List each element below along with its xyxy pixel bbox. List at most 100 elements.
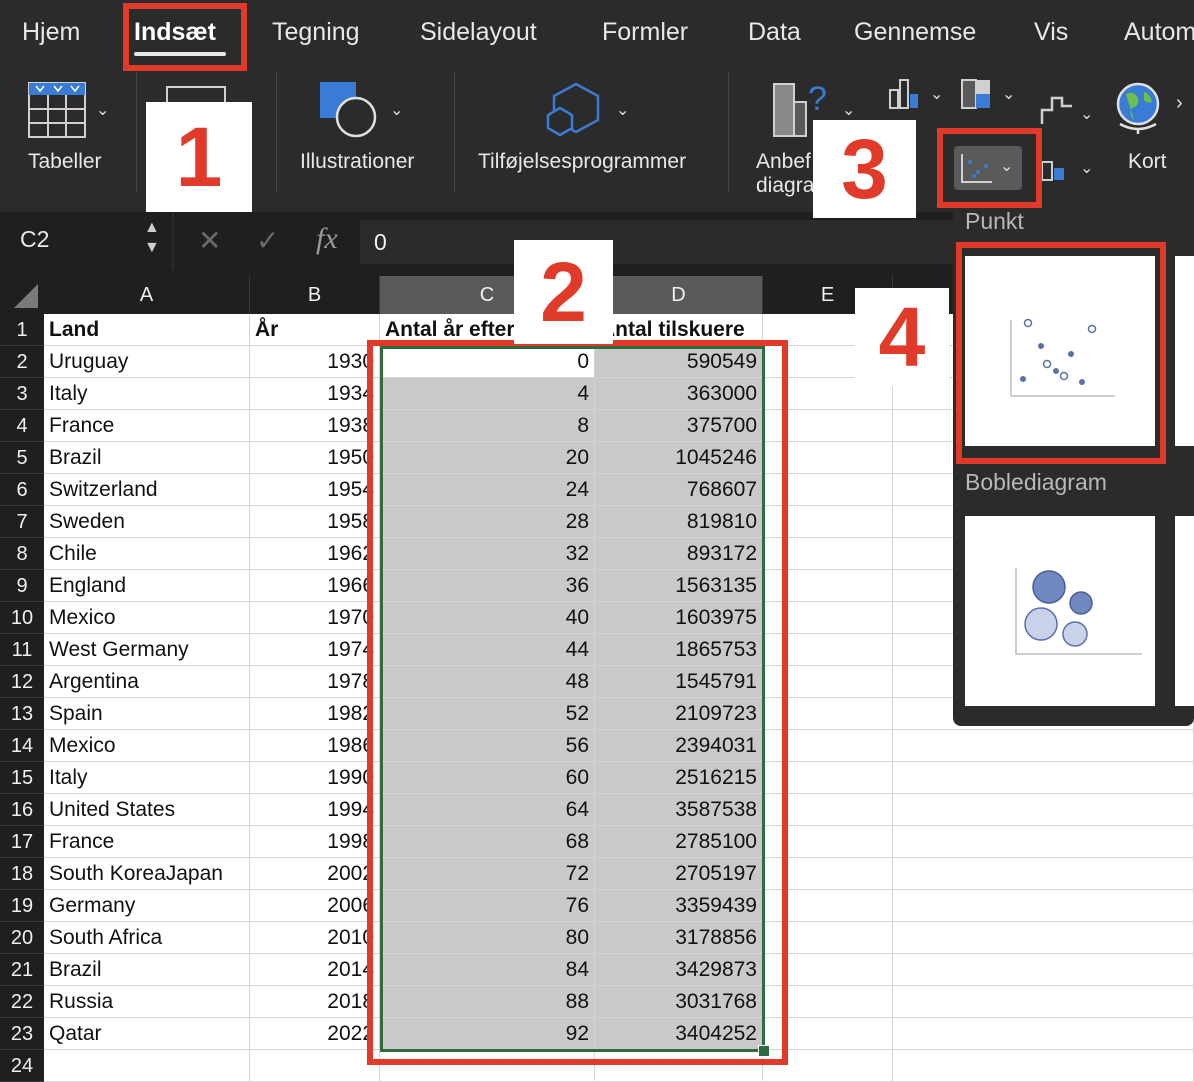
cell-country[interactable]: England (44, 570, 250, 602)
column-header-b[interactable]: B (250, 276, 380, 314)
cell-country[interactable]: Brazil (44, 954, 250, 986)
bubble-chart-option[interactable] (965, 516, 1155, 706)
maps-group-label[interactable]: Kort (1128, 150, 1167, 174)
cell-year[interactable]: 1934 (250, 378, 380, 410)
cell-empty[interactable] (250, 1050, 380, 1082)
cell-country[interactable]: South KoreaJapan (44, 858, 250, 890)
cell-year[interactable]: 1986 (250, 730, 380, 762)
cell-year[interactable]: 1994 (250, 794, 380, 826)
cell-country[interactable]: South Africa (44, 922, 250, 954)
chevron-down-icon[interactable]: ⌄ (616, 100, 629, 120)
tab-vis[interactable]: Vis (1034, 18, 1068, 47)
chevron-down-icon[interactable]: ⌄ (1002, 84, 1015, 104)
cell-country[interactable]: Italy (44, 762, 250, 794)
cell-empty[interactable] (893, 1050, 1194, 1082)
row-header[interactable]: 10 (0, 602, 44, 634)
cell-country[interactable]: Switzerland (44, 474, 250, 506)
cell-empty[interactable] (893, 922, 1194, 954)
cell-year[interactable]: 2014 (250, 954, 380, 986)
row-header[interactable]: 20 (0, 922, 44, 954)
cell-year[interactable]: 2022 (250, 1018, 380, 1050)
row-header[interactable]: 2 (0, 346, 44, 378)
cell-country[interactable]: Qatar (44, 1018, 250, 1050)
cell-empty[interactable] (893, 826, 1194, 858)
tab-formler[interactable]: Formler (602, 18, 688, 47)
cell-country[interactable]: Germany (44, 890, 250, 922)
row-header[interactable]: 6 (0, 474, 44, 506)
addins-hexagon-icon[interactable] (546, 82, 608, 143)
addins-group-label[interactable]: Tilføjelsesprogrammer (478, 150, 686, 174)
cell-year[interactable]: 1998 (250, 826, 380, 858)
tab-autom[interactable]: Autom (1124, 18, 1194, 47)
cell-empty[interactable] (44, 1050, 250, 1082)
row-header[interactable]: 11 (0, 634, 44, 666)
cell-empty[interactable] (893, 890, 1194, 922)
row-header[interactable]: 3 (0, 378, 44, 410)
cell-empty[interactable] (893, 762, 1194, 794)
cell-country[interactable]: Spain (44, 698, 250, 730)
recommended-charts-label[interactable]: Anbef diagra (756, 150, 814, 198)
cell-year[interactable]: 1938 (250, 410, 380, 442)
cancel-icon[interactable]: ✕ (198, 224, 221, 257)
cell-year[interactable]: 1970 (250, 602, 380, 634)
cell-year[interactable]: 1978 (250, 666, 380, 698)
cell-year[interactable]: 1982 (250, 698, 380, 730)
cell-country[interactable]: Mexico (44, 602, 250, 634)
bubble-chart-option-2[interactable] (1175, 516, 1194, 706)
cell-country[interactable]: Uruguay (44, 346, 250, 378)
confirm-icon[interactable]: ✓ (256, 224, 279, 257)
cell-empty[interactable] (893, 858, 1194, 890)
fx-icon[interactable]: fx (316, 222, 338, 256)
column-chart-icon[interactable] (886, 78, 922, 115)
select-all-corner[interactable] (0, 276, 44, 314)
row-header[interactable]: 15 (0, 762, 44, 794)
row-header[interactable]: 7 (0, 506, 44, 538)
cell-country[interactable]: Mexico (44, 730, 250, 762)
cell-country[interactable]: Argentina (44, 666, 250, 698)
cell-country[interactable]: Sweden (44, 506, 250, 538)
chevron-down-icon[interactable]: ⌄ (1080, 104, 1093, 124)
row-header[interactable]: 13 (0, 698, 44, 730)
cell-empty[interactable] (893, 794, 1194, 826)
cell-year[interactable]: 1966 (250, 570, 380, 602)
cell-year[interactable]: 2002 (250, 858, 380, 890)
name-box[interactable]: C2 (20, 226, 49, 253)
chevron-down-icon[interactable]: ⌄ (1080, 158, 1093, 178)
cell-year[interactable]: 1962 (250, 538, 380, 570)
tab-tegning[interactable]: Tegning (272, 18, 360, 47)
row-header[interactable]: 19 (0, 890, 44, 922)
chevron-down-icon[interactable]: ⌄ (842, 100, 855, 120)
tables-group-label[interactable]: Tabeller (28, 150, 102, 174)
chevron-down-icon[interactable]: ⌄ (930, 84, 943, 104)
column-header-d[interactable]: D (595, 276, 763, 314)
row-header[interactable]: 12 (0, 666, 44, 698)
row-header[interactable]: 4 (0, 410, 44, 442)
cell-year[interactable]: 1930 (250, 346, 380, 378)
row-header[interactable]: 5 (0, 442, 44, 474)
waterfall-chart-icon[interactable] (1040, 92, 1074, 131)
column-header-a[interactable]: A (44, 276, 250, 314)
row-header[interactable]: 21 (0, 954, 44, 986)
cell-empty[interactable] (893, 730, 1194, 762)
cell-year[interactable]: 1974 (250, 634, 380, 666)
header-cell-land[interactable]: Land (44, 314, 250, 346)
row-header[interactable]: 17 (0, 826, 44, 858)
cell-year[interactable]: 1958 (250, 506, 380, 538)
cell-year[interactable]: 2018 (250, 986, 380, 1018)
tab-gennemse[interactable]: Gennemse (854, 18, 976, 47)
cell-country[interactable]: France (44, 410, 250, 442)
cell-empty[interactable] (893, 986, 1194, 1018)
scatter-chart-option-2[interactable] (1175, 256, 1194, 446)
tab-data[interactable]: Data (748, 18, 801, 47)
cell-year[interactable]: 2010 (250, 922, 380, 954)
tab-hjem[interactable]: Hjem (22, 18, 80, 47)
cell-empty[interactable] (893, 1018, 1194, 1050)
row-header[interactable]: 18 (0, 858, 44, 890)
row-header[interactable]: 9 (0, 570, 44, 602)
combo-chart-icon[interactable] (1040, 152, 1074, 187)
cell-country[interactable]: Russia (44, 986, 250, 1018)
header-cell-year[interactable]: År (250, 314, 380, 346)
cell-country[interactable]: Italy (44, 378, 250, 410)
row-header[interactable]: 23 (0, 1018, 44, 1050)
chevron-down-icon[interactable]: ⌄ (390, 100, 403, 120)
